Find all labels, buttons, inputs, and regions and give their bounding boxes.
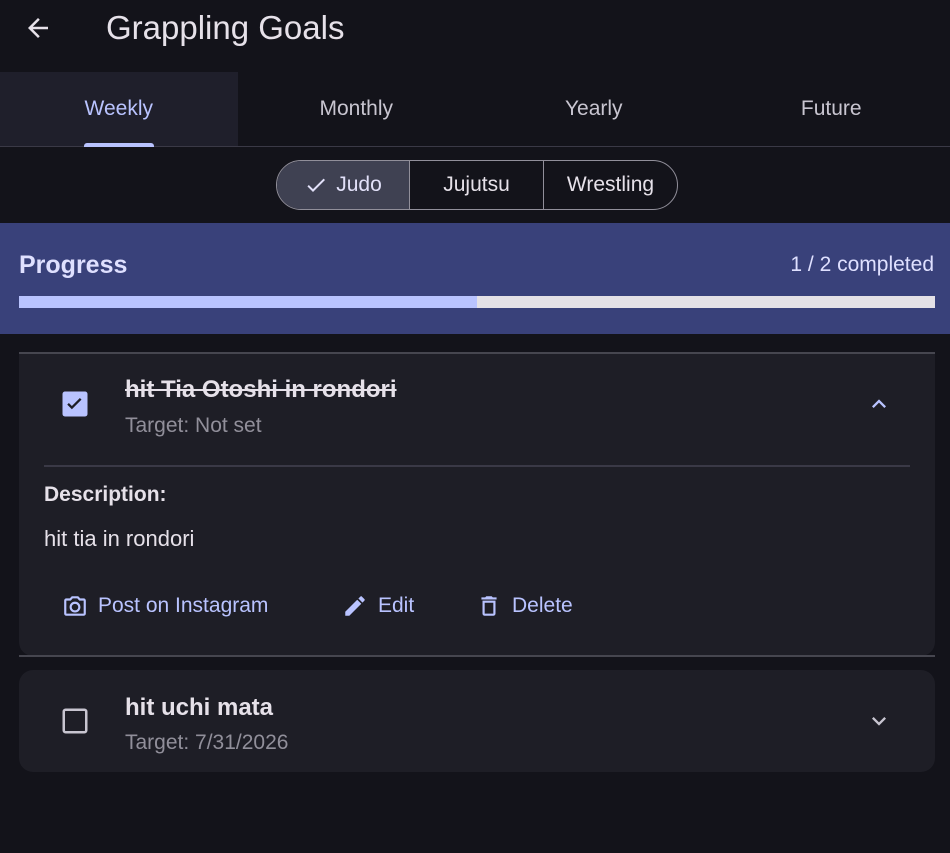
segment-label: Jujutsu	[443, 173, 510, 196]
checkbox-empty-icon	[62, 708, 88, 734]
chevron-down-icon	[872, 717, 886, 726]
discipline-segmented-control: Judo Jujutsu Wrestling	[276, 160, 678, 210]
segment-judo[interactable]: Judo	[277, 161, 410, 209]
top-app-bar: Grappling Goals	[0, 0, 950, 72]
post-instagram-button[interactable]: Post on Instagram	[62, 586, 292, 626]
trash-icon	[481, 596, 497, 616]
expand-button[interactable]	[859, 701, 899, 741]
progress-bar	[19, 296, 935, 308]
tab-label: Weekly	[84, 97, 153, 120]
chevron-up-icon	[872, 399, 886, 408]
divider	[44, 465, 910, 467]
back-button[interactable]	[18, 8, 58, 48]
goal-target: Target: 7/31/2026	[125, 731, 289, 754]
goal-checkbox-unchecked[interactable]	[60, 706, 90, 736]
arrow-left-icon	[28, 18, 48, 38]
action-label: Delete	[512, 594, 573, 617]
collapse-button[interactable]	[859, 384, 899, 424]
tab-yearly[interactable]: Yearly	[475, 72, 713, 146]
tab-monthly[interactable]: Monthly	[238, 72, 476, 146]
tab-label: Future	[800, 97, 862, 120]
tab-weekly[interactable]: Weekly	[0, 72, 238, 147]
description-label: Description:	[44, 483, 167, 506]
period-tabs: Weekly Monthly Yearly Future	[0, 72, 950, 147]
action-label: Post on Instagram	[98, 594, 269, 617]
delete-button[interactable]: Delete	[476, 586, 596, 626]
goal-title: hit Tia Otoshi in rondori	[125, 376, 397, 403]
tab-label: Monthly	[319, 97, 394, 120]
pencil-icon	[345, 596, 365, 616]
description-text: hit tia in rondori	[44, 526, 195, 551]
progress-title: Progress	[19, 251, 128, 279]
progress-bar-fill	[19, 296, 477, 308]
goal-card: hit Tia Otoshi in rondori Target: Not se…	[19, 354, 935, 656]
progress-card: Progress 1 / 2 completed	[0, 223, 950, 334]
segment-wrestling[interactable]: Wrestling	[544, 161, 677, 209]
segment-label: Judo	[336, 173, 382, 196]
action-label: Edit	[378, 594, 415, 617]
progress-count: 1 / 2 completed	[790, 253, 934, 276]
checkbox-checked-icon	[62, 391, 88, 417]
check-icon	[307, 178, 326, 192]
goal-card: hit uchi mata Target: 7/31/2026	[19, 670, 935, 772]
goal-target: Target: Not set	[125, 414, 262, 437]
goal-title: hit uchi mata	[125, 694, 274, 721]
active-tab-indicator	[83, 143, 154, 147]
goal-checkbox-checked[interactable]	[60, 389, 90, 419]
edit-button[interactable]: Edit	[342, 586, 432, 626]
divider	[19, 655, 935, 657]
segment-jujutsu[interactable]: Jujutsu	[410, 161, 544, 209]
tab-label: Yearly	[564, 97, 623, 120]
segment-label: Wrestling	[566, 173, 655, 196]
tab-future[interactable]: Future	[713, 72, 950, 146]
camera-icon	[64, 596, 86, 616]
page-title: Grappling Goals	[106, 9, 345, 46]
